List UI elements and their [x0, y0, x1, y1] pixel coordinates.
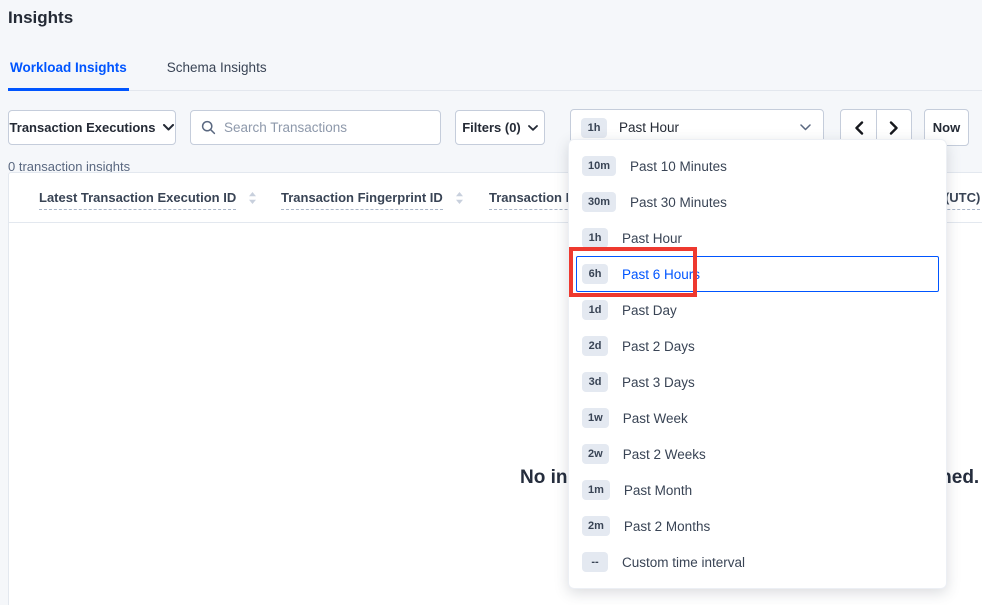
- time-interval-option[interactable]: 10m Past 10 Minutes: [576, 148, 939, 184]
- time-interval-option[interactable]: 6h Past 6 Hours: [576, 256, 939, 292]
- time-interval-dropdown: 10m Past 10 Minutes 30m Past 30 Minutes …: [568, 139, 947, 589]
- chevron-left-icon: [854, 121, 864, 135]
- time-range-label: Past Hour: [619, 120, 679, 135]
- column-header-label: Latest Transaction Execution ID: [39, 190, 236, 210]
- execution-type-select[interactable]: Transaction Executions: [8, 110, 176, 145]
- time-interval-option-badge: 6h: [582, 264, 608, 284]
- page-title: Insights: [0, 0, 982, 28]
- time-interval-option[interactable]: 2w Past 2 Weeks: [576, 436, 939, 472]
- chevron-down-icon: [163, 124, 174, 131]
- time-interval-option-label: Past Week: [623, 411, 688, 426]
- time-interval-option-label: Past Hour: [622, 231, 682, 246]
- time-interval-option-label: Past 2 Weeks: [623, 447, 706, 462]
- time-interval-option-badge: 1h: [582, 228, 608, 248]
- time-interval-option-badge: 1d: [582, 300, 608, 320]
- filters-button[interactable]: Filters (0): [455, 110, 545, 145]
- time-interval-option-badge: 10m: [582, 156, 616, 176]
- chevron-right-icon: [889, 121, 899, 135]
- time-interval-option[interactable]: 2d Past 2 Days: [576, 328, 939, 364]
- tab-schema-insights[interactable]: Schema Insights: [165, 52, 269, 90]
- time-interval-option-badge: 3d: [582, 372, 608, 392]
- time-interval-option-label: Past 6 Hours: [622, 267, 700, 282]
- time-interval-option-badge: 1w: [582, 408, 609, 428]
- insights-page: Insights Workload Insights Schema Insigh…: [0, 0, 982, 605]
- time-interval-option-label: Past 10 Minutes: [630, 159, 727, 174]
- time-interval-option[interactable]: 3d Past 3 Days: [576, 364, 939, 400]
- time-interval-option-badge: 30m: [582, 192, 616, 212]
- search-icon: [201, 120, 216, 135]
- chevron-down-icon: [528, 125, 538, 131]
- time-interval-option-badge: --: [582, 552, 608, 572]
- chevron-down-icon: [800, 124, 811, 131]
- time-interval-option[interactable]: 30m Past 30 Minutes: [576, 184, 939, 220]
- column-header[interactable]: Transaction Fingerprint ID: [281, 190, 464, 210]
- time-interval-option-label: Past 2 Months: [624, 519, 710, 534]
- now-label: Now: [933, 120, 960, 135]
- sort-icon[interactable]: [455, 191, 464, 205]
- time-interval-option-label: Past Day: [622, 303, 677, 318]
- tab-workload-insights[interactable]: Workload Insights: [8, 52, 129, 91]
- column-header[interactable]: Latest Transaction Execution ID: [39, 190, 257, 210]
- time-interval-option-label: Past 30 Minutes: [630, 195, 727, 210]
- search-input[interactable]: [224, 120, 430, 135]
- execution-type-label: Transaction Executions: [10, 120, 156, 135]
- time-interval-option[interactable]: 1m Past Month: [576, 472, 939, 508]
- time-interval-option[interactable]: 1w Past Week: [576, 400, 939, 436]
- time-interval-option-label: Past 3 Days: [622, 375, 695, 390]
- time-interval-option[interactable]: -- Custom time interval: [576, 544, 939, 580]
- tab-bar: Workload Insights Schema Insights: [8, 52, 982, 91]
- time-range-badge: 1h: [581, 118, 607, 138]
- time-interval-option-badge: 2w: [582, 444, 609, 464]
- time-interval-option[interactable]: 1d Past Day: [576, 292, 939, 328]
- time-interval-option-badge: 2m: [582, 516, 610, 536]
- filters-label: Filters (0): [462, 120, 521, 135]
- time-interval-option-label: Custom time interval: [622, 555, 745, 570]
- time-interval-option[interactable]: 1h Past Hour: [576, 220, 939, 256]
- search-box[interactable]: [190, 110, 441, 145]
- time-interval-option-label: Past Month: [624, 483, 692, 498]
- sort-icon[interactable]: [248, 191, 257, 205]
- time-interval-option-label: Past 2 Days: [622, 339, 695, 354]
- time-interval-option-badge: 2d: [582, 336, 608, 356]
- time-interval-option[interactable]: 2m Past 2 Months: [576, 508, 939, 544]
- time-interval-option-badge: 1m: [582, 480, 610, 500]
- column-header-label: Transaction Fingerprint ID: [281, 190, 443, 210]
